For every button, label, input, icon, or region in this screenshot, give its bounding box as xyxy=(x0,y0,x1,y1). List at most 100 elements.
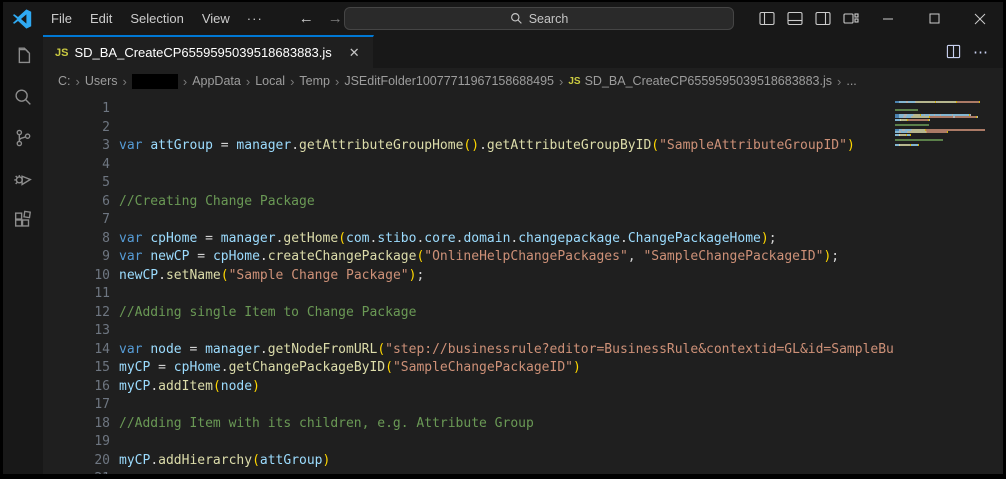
menu-view[interactable]: View xyxy=(193,7,239,30)
breadcrumb-item[interactable]: Temp xyxy=(299,74,330,88)
source-control-icon[interactable] xyxy=(7,125,39,151)
tab-bar: JS SD_BA_CreateCP6559595039518683883.js … xyxy=(43,35,1003,68)
code-line-text: newCP.setName("Sample Change Package"); xyxy=(110,267,424,286)
line-number: 19 xyxy=(43,433,110,452)
breadcrumb-item[interactable]: Local xyxy=(255,74,285,88)
line-number: 1 xyxy=(43,100,110,119)
line-number: 11 xyxy=(43,285,110,304)
breadcrumb-item[interactable]: AppData xyxy=(192,74,241,88)
code-line-text xyxy=(110,470,119,474)
back-icon[interactable]: ← xyxy=(299,10,314,27)
code-line-text: //Adding Item with its children, e.g. At… xyxy=(110,415,534,434)
code-line[interactable]: 21 xyxy=(43,470,895,474)
run-and-debug-icon[interactable] xyxy=(7,166,39,192)
code-line[interactable]: 14var node = manager.getNodeFromURL("ste… xyxy=(43,341,895,360)
menu-selection[interactable]: Selection xyxy=(121,7,192,30)
line-number: 5 xyxy=(43,174,110,193)
line-number: 16 xyxy=(43,378,110,397)
extensions-icon[interactable] xyxy=(7,207,39,233)
line-number: 9 xyxy=(43,248,110,267)
line-number: 21 xyxy=(43,470,110,474)
code-line[interactable]: 18//Adding Item with its children, e.g. … xyxy=(43,415,895,434)
code-line[interactable]: 16myCP.addItem(node) xyxy=(43,378,895,397)
breadcrumb-redacted-item[interactable] xyxy=(132,74,178,89)
minimize-button[interactable] xyxy=(865,2,911,35)
tab-file[interactable]: JS SD_BA_CreateCP6559595039518683883.js … xyxy=(43,35,374,68)
breadcrumb-separator-icon: › xyxy=(76,74,80,89)
search-icon xyxy=(510,12,523,25)
search-sidebar-icon[interactable] xyxy=(7,84,39,110)
line-number: 14 xyxy=(43,341,110,360)
line-number: 7 xyxy=(43,211,110,230)
maximize-button[interactable] xyxy=(911,2,957,35)
breadcrumb-separator-icon: › xyxy=(335,74,339,89)
code-line[interactable]: 12//Adding single Item to Change Package xyxy=(43,304,895,323)
code-line[interactable]: 13 xyxy=(43,322,895,341)
tab-label: SD_BA_CreateCP6559595039518683883.js xyxy=(74,45,331,60)
code-line-text: myCP.addHierarchy(attGroup) xyxy=(110,452,330,471)
vscode-logo-icon xyxy=(12,9,32,29)
breadcrumb-item[interactable]: ... xyxy=(846,74,856,88)
breadcrumb: C: › Users › › AppData › Local › Temp › JSEditFolde… xyxy=(43,68,1003,94)
code-line-text: myCP = cpHome.getChangePackageByID("Samp… xyxy=(110,359,581,378)
breadcrumb-separator-icon: › xyxy=(183,74,187,89)
code-line[interactable]: 6//Creating Change Package xyxy=(43,193,895,212)
line-number: 10 xyxy=(43,267,110,286)
line-number: 20 xyxy=(43,452,110,471)
code-line[interactable]: 3var attGroup = manager.getAttributeGrou… xyxy=(43,137,895,156)
forward-icon[interactable]: → xyxy=(328,10,343,27)
code-editor[interactable]: 123var attGroup = manager.getAttributeGr… xyxy=(43,94,1003,474)
line-number: 15 xyxy=(43,359,110,378)
line-number: 3 xyxy=(43,137,110,156)
code-line-text xyxy=(110,119,119,138)
breadcrumb-item[interactable]: JSEditFolder10077711967158688495 xyxy=(344,74,554,88)
screen: { "title_bar": { "menus": ["File", "Edit… xyxy=(0,0,1006,479)
code-line[interactable]: 4 xyxy=(43,156,895,175)
code-line-text xyxy=(110,433,119,452)
code-line-text: var node = manager.getNodeFromURL("step:… xyxy=(110,341,895,360)
breadcrumb-item[interactable]: Users xyxy=(85,74,118,88)
code-line-text xyxy=(110,285,119,304)
toggle-secondary-sidebar-icon[interactable] xyxy=(809,6,837,32)
split-editor-icon[interactable] xyxy=(946,44,961,59)
line-number: 8 xyxy=(43,230,110,249)
search-box[interactable]: Search xyxy=(344,7,734,30)
code-line[interactable]: 7 xyxy=(43,211,895,230)
code-line[interactable]: 1 xyxy=(43,100,895,119)
code-line[interactable]: 2 xyxy=(43,119,895,138)
customize-layout-icon[interactable] xyxy=(837,6,865,32)
breadcrumb-item[interactable]: SD_BA_CreateCP6559595039518683883.js xyxy=(585,74,832,88)
activity-bar xyxy=(3,35,43,474)
code-line[interactable]: 17 xyxy=(43,396,895,415)
code-line[interactable]: 11 xyxy=(43,285,895,304)
close-button[interactable] xyxy=(957,2,1003,35)
code-line[interactable]: 15myCP = cpHome.getChangePackageByID("Sa… xyxy=(43,359,895,378)
code-area[interactable]: 123var attGroup = manager.getAttributeGr… xyxy=(43,100,895,474)
code-line-text xyxy=(110,156,119,175)
code-line[interactable]: 10newCP.setName("Sample Change Package")… xyxy=(43,267,895,286)
breadcrumb-separator-icon: › xyxy=(246,74,250,89)
editor-group: JS SD_BA_CreateCP6559595039518683883.js … xyxy=(43,35,1003,474)
code-line[interactable]: 5 xyxy=(43,174,895,193)
line-number: 4 xyxy=(43,156,110,175)
code-line[interactable]: 8var cpHome = manager.getHome(com.stibo.… xyxy=(43,230,895,249)
toggle-primary-sidebar-icon[interactable] xyxy=(753,6,781,32)
code-line-text: //Adding single Item to Change Package xyxy=(110,304,416,323)
code-line-text xyxy=(110,396,119,415)
explorer-icon[interactable] xyxy=(7,43,39,69)
code-line-text xyxy=(110,211,119,230)
editor-actions-more-icon[interactable]: ⋯ xyxy=(973,43,989,61)
code-line[interactable]: 19 xyxy=(43,433,895,452)
menu-file[interactable]: File xyxy=(42,7,81,30)
menu-edit[interactable]: Edit xyxy=(81,7,121,30)
menu-more-icon[interactable]: ··· xyxy=(239,7,271,30)
line-number: 6 xyxy=(43,193,110,212)
tab-close-icon[interactable]: ✕ xyxy=(346,44,363,62)
breadcrumb-separator-icon: › xyxy=(559,74,563,89)
code-line[interactable]: 9var newCP = cpHome.createChangePackage(… xyxy=(43,248,895,267)
breadcrumb-separator-icon: › xyxy=(837,74,841,89)
code-line[interactable]: 20myCP.addHierarchy(attGroup) xyxy=(43,452,895,471)
toggle-panel-icon[interactable] xyxy=(781,6,809,32)
breadcrumb-item[interactable]: C: xyxy=(58,74,71,88)
minimap[interactable] xyxy=(895,96,987,474)
